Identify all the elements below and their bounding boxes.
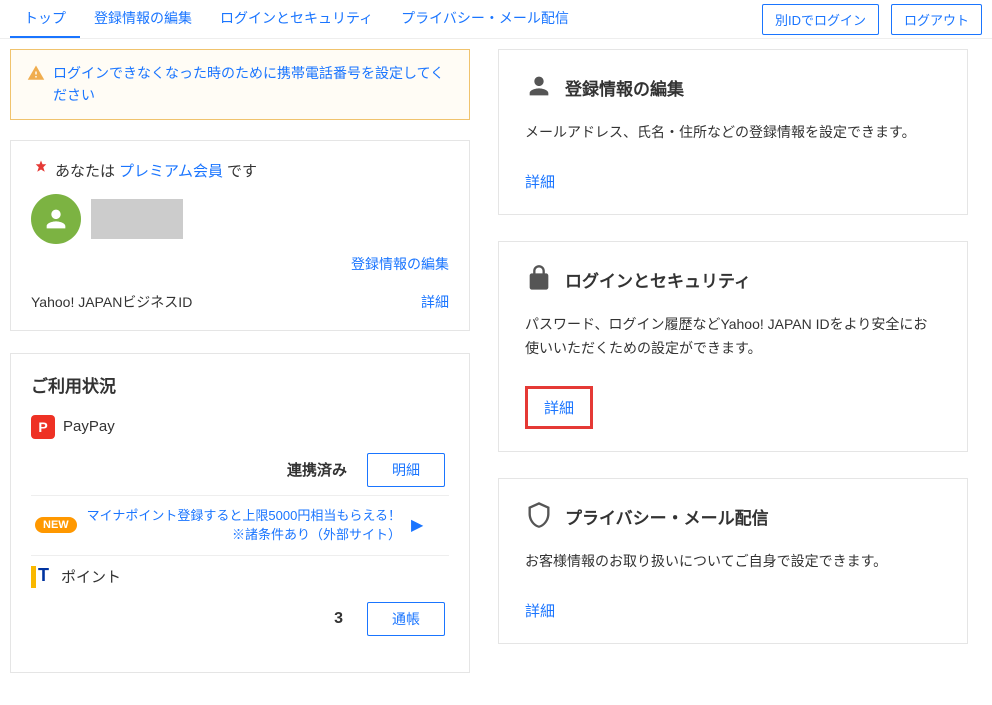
paypay-name: PayPay	[63, 418, 115, 435]
privacy-desc: お客様情報のお取り扱いについてご自身で設定できます。	[525, 550, 941, 574]
new-badge: NEW	[35, 517, 77, 533]
security-head: ログインとセキュリティ	[525, 264, 941, 295]
tab-security[interactable]: ログインとセキュリティ	[206, 0, 387, 38]
paypay-linked-label: 連携済み	[287, 459, 347, 480]
tab-list: トップ 登録情報の編集 ログインとセキュリティ プライバシー・メール配信	[10, 0, 583, 38]
logout-button[interactable]: ログアウト	[891, 4, 982, 35]
tab-privacy[interactable]: プライバシー・メール配信	[387, 0, 583, 38]
tab-top[interactable]: トップ	[10, 0, 80, 38]
phone-setup-alert[interactable]: ログインできなくなった時のために携帯電話番号を設定してください	[10, 49, 470, 120]
security-card: ログインとセキュリティ パスワード、ログイン履歴などYahoo! JAPAN I…	[498, 241, 968, 453]
tpoint-icon: T	[31, 566, 53, 588]
tpoint-passbook-button[interactable]: 通帳	[367, 602, 445, 636]
right-column: 登録情報の編集 メールアドレス、氏名・住所などの登録情報を設定できます。 詳細 …	[498, 49, 968, 695]
tpoint-head: T ポイント	[31, 566, 449, 588]
privacy-detail-link[interactable]: 詳細	[525, 600, 555, 621]
premium-suffix: です	[227, 160, 257, 181]
paypay-block: P PayPay 連携済み 明細 NEW マイナポイント登録すると上限5000円…	[31, 415, 449, 556]
usage-panel: ご利用状況 P PayPay 連携済み 明細 NEW マイナポイント登録すると上…	[10, 353, 470, 673]
privacy-title: プライバシー・メール配信	[565, 504, 769, 529]
header-bar: トップ 登録情報の編集 ログインとセキュリティ プライバシー・メール配信 別ID…	[0, 0, 992, 39]
security-title: ログインとセキュリティ	[565, 267, 751, 292]
header-buttons: 別IDでログイン ログアウト	[762, 4, 982, 35]
user-row	[31, 194, 449, 244]
paypay-detail-button[interactable]: 明細	[367, 453, 445, 487]
shield-icon	[525, 501, 553, 532]
lock-icon	[525, 264, 553, 295]
premium-line: あなたは プレミアム会員 です	[31, 159, 449, 182]
tab-edit-info[interactable]: 登録情報の編集	[80, 0, 206, 38]
privacy-card: プライバシー・メール配信 お客様情報のお取り扱いについてご自身で設定できます。 …	[498, 478, 968, 644]
business-id-row: Yahoo! JAPANビジネスID 詳細	[31, 286, 449, 312]
security-desc: パスワード、ログイン履歴などYahoo! JAPAN IDをより安全にお使いいた…	[525, 313, 941, 361]
paypay-icon: P	[31, 415, 55, 439]
paypay-head: P PayPay	[31, 415, 449, 439]
username-mask	[91, 199, 183, 239]
edit-info-detail-link[interactable]: 詳細	[525, 171, 555, 192]
ribbon-icon	[31, 159, 51, 182]
edit-info-title: 登録情報の編集	[565, 75, 684, 100]
login-other-id-button[interactable]: 別IDでログイン	[762, 4, 879, 35]
privacy-head: プライバシー・メール配信	[525, 501, 941, 532]
edit-info-card: 登録情報の編集 メールアドレス、氏名・住所などの登録情報を設定できます。 詳細	[498, 49, 968, 215]
security-detail-link[interactable]: 詳細	[544, 397, 574, 418]
tpoint-value-row: 3 通帳	[31, 598, 449, 644]
profile-panel: あなたは プレミアム会員 です 登録情報の編集 Yahoo! JAPANビジネス…	[10, 140, 470, 331]
edit-info-desc: メールアドレス、氏名・住所などの登録情報を設定できます。	[525, 121, 941, 145]
premium-prefix: あなたは	[55, 160, 115, 181]
left-column: ログインできなくなった時のために携帯電話番号を設定してください あなたは プレミ…	[10, 49, 470, 695]
business-id-label: Yahoo! JAPANビジネスID	[31, 292, 192, 312]
person-icon	[525, 72, 553, 103]
business-id-detail-link[interactable]: 詳細	[421, 292, 449, 312]
usage-title: ご利用状況	[31, 372, 449, 397]
security-detail-highlight: 詳細	[525, 386, 593, 429]
promo-text: マイナポイント登録すると上限5000円相当もらえる！ ※諸条件あり（外部サイト）	[87, 506, 401, 545]
tpoint-name: ポイント	[61, 566, 121, 587]
mynapoint-promo[interactable]: NEW マイナポイント登録すると上限5000円相当もらえる！ ※諸条件あり（外部…	[31, 495, 449, 556]
tpoint-value: 3	[334, 610, 343, 628]
edit-profile-link[interactable]: 登録情報の編集	[31, 254, 449, 274]
main-content: ログインできなくなった時のために携帯電話番号を設定してください あなたは プレミ…	[0, 39, 992, 705]
premium-link[interactable]: プレミアム会員	[119, 160, 223, 181]
avatar	[31, 194, 81, 244]
warning-icon	[27, 62, 45, 91]
alert-text: ログインできなくなった時のために携帯電話番号を設定してください	[53, 62, 453, 107]
edit-info-head: 登録情報の編集	[525, 72, 941, 103]
chevron-right-icon: ▶	[411, 515, 423, 535]
paypay-linked-row: 連携済み 明細	[31, 449, 449, 495]
tpoint-block: T ポイント 3 通帳	[31, 566, 449, 644]
